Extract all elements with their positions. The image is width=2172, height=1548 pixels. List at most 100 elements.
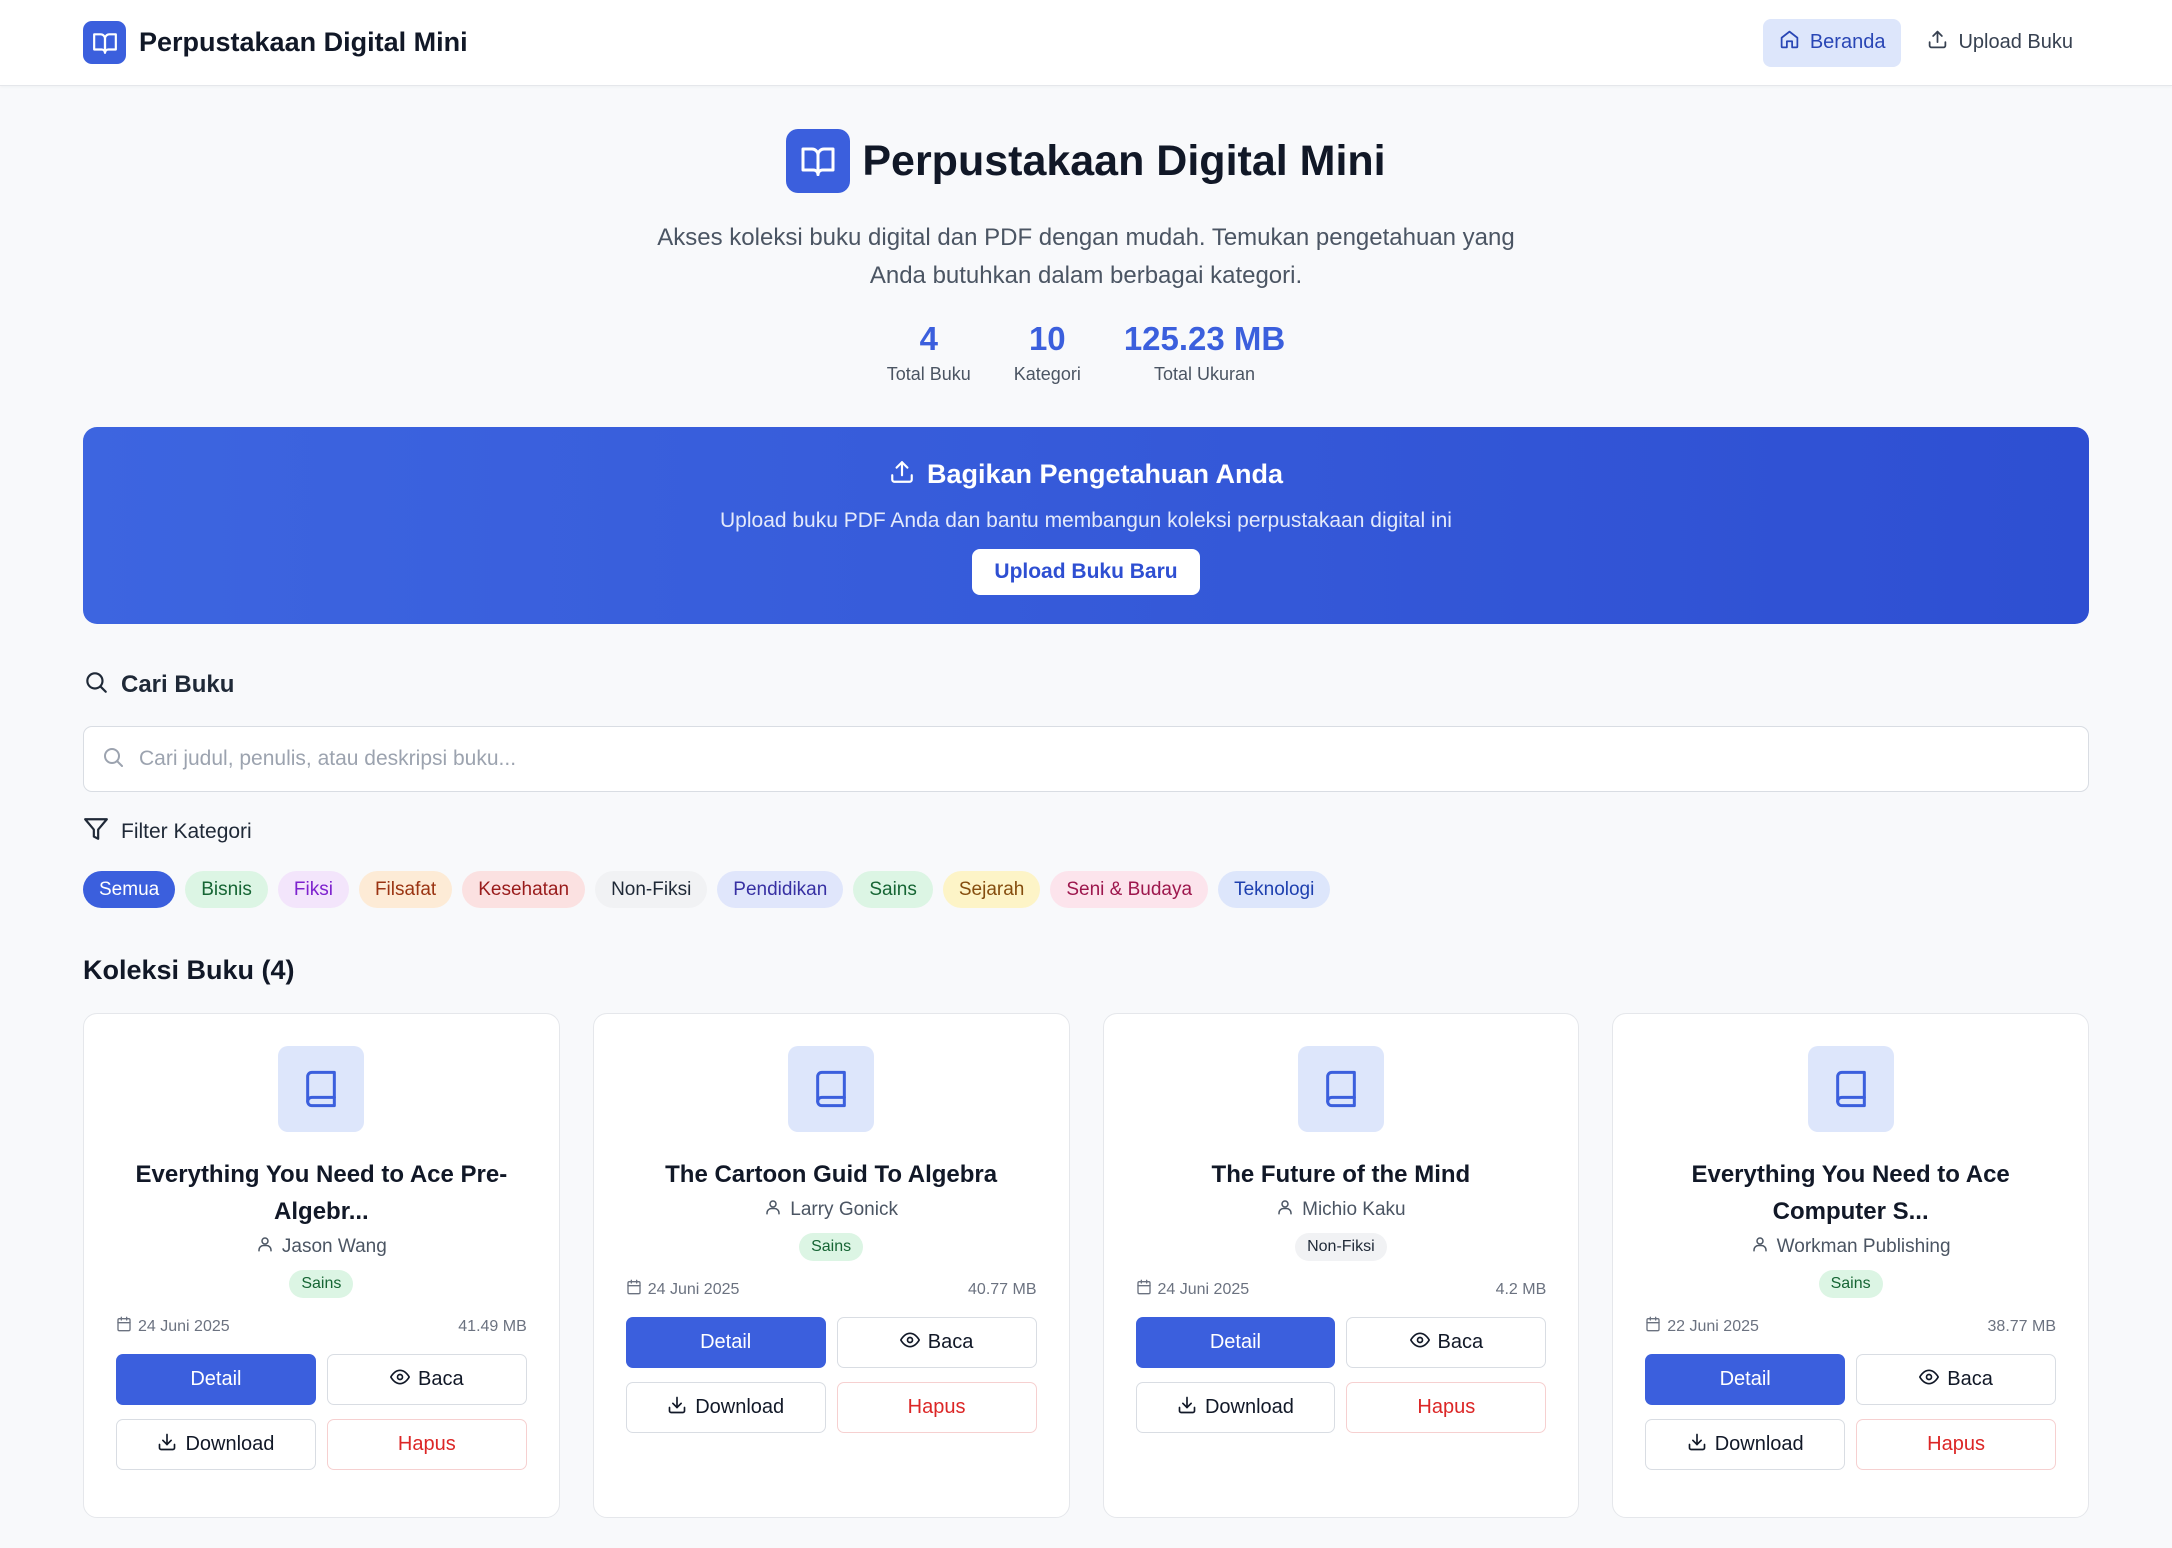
brand[interactable]: Perpustakaan Digital Mini [83, 21, 468, 64]
upload-new-book-button[interactable]: Upload Buku Baru [972, 549, 1200, 595]
category-chip[interactable]: Pendidikan [717, 871, 844, 908]
calendar-icon [1645, 1316, 1661, 1337]
detail-button[interactable]: Detail [116, 1354, 316, 1405]
book-title: The Future of the Mind [1211, 1161, 1471, 1188]
download-button[interactable]: Download [625, 1382, 826, 1433]
eye-icon [899, 1330, 920, 1356]
book-date: 24 Juni 2025 [116, 1316, 230, 1337]
read-button[interactable]: Baca [1856, 1354, 2056, 1405]
delete-button-label: Hapus [397, 1433, 456, 1455]
read-button[interactable]: Baca [326, 1354, 527, 1405]
calendar-icon [626, 1279, 642, 1300]
book-date-text: 24 Juni 2025 [1157, 1280, 1250, 1298]
category-chip[interactable]: Sains [853, 871, 933, 908]
book-icon [278, 1046, 365, 1132]
book-author: Workman Publishing [1751, 1235, 1951, 1259]
detail-button[interactable]: Detail [1135, 1317, 1336, 1368]
book-title: The Cartoon Guid To Algebra [665, 1161, 998, 1188]
category-chip[interactable]: Seni & Budaya [1050, 871, 1209, 908]
book-size: 4.2 MB [1495, 1280, 1547, 1298]
delete-button[interactable]: Hapus [326, 1419, 527, 1470]
filter-icon [83, 816, 109, 847]
nav-link-upload-buku[interactable]: Upload Buku [1911, 19, 2089, 67]
search-heading: Cari Buku [83, 669, 2089, 700]
download-button-label: Download [185, 1433, 275, 1455]
book-title: Everything You Need to Ace Pre-Algebr... [135, 1161, 508, 1225]
download-button-label: Download [695, 1396, 785, 1418]
stat-label: Kategori [1013, 364, 1081, 384]
category-chips: Semua Bisnis Fiksi Filsafat Kesehatan Non-Fik… [83, 871, 2089, 908]
download-button-label: Download [1204, 1396, 1294, 1418]
book-title: Everything You Need to Ace Computer S... [1691, 1161, 2010, 1225]
home-icon [1779, 29, 1800, 56]
book-author-name: Larry Gonick [790, 1199, 898, 1220]
upload-icon [889, 459, 915, 490]
book-icon [1297, 1046, 1384, 1132]
book-cards: Everything You Need to Ace Pre-Algebr...… [83, 1013, 2089, 1518]
page-title: Perpustakaan Digital Mini [862, 136, 1386, 185]
filter-heading: Filter Kategori [83, 816, 2089, 847]
book-open-icon [83, 21, 126, 64]
category-chip[interactable]: Filsafat [358, 871, 453, 908]
search-box [83, 726, 2089, 792]
download-icon [157, 1432, 177, 1458]
detail-button-label: Detail [1719, 1368, 1771, 1390]
book-actions: Detail Baca Download Hapus [116, 1354, 527, 1470]
book-meta: 22 Juni 2025 38.77 MB [1645, 1316, 2056, 1337]
delete-button[interactable]: Hapus [1856, 1419, 2056, 1470]
category-chip[interactable]: Semua [83, 871, 176, 908]
calendar-icon [116, 1316, 132, 1337]
delete-button-label: Hapus [1927, 1433, 1985, 1455]
book-icon [1807, 1046, 1894, 1132]
download-button[interactable]: Download [1135, 1382, 1336, 1433]
stat-value: 4 [919, 320, 938, 357]
delete-button[interactable]: Hapus [836, 1382, 1037, 1433]
download-button[interactable]: Download [116, 1419, 316, 1470]
category-chip[interactable]: Fiksi [277, 871, 349, 908]
book-author: Jason Wang [256, 1235, 387, 1259]
banner-title-row: Bagikan Pengetahuan Anda [83, 459, 2089, 490]
book-card: The Cartoon Guid To Algebra Larry Gonick S… [592, 1013, 1070, 1518]
main-content: Perpustakaan Digital Mini Akses koleksi … [0, 86, 2172, 1518]
book-author: Michio Kaku [1276, 1198, 1406, 1222]
book-actions: Detail Baca Download Hapus [1135, 1317, 1547, 1433]
stat-kategori: 10 Kategori [1014, 319, 1081, 385]
download-icon [1687, 1432, 1707, 1458]
search-input[interactable] [139, 727, 2088, 791]
upload-banner: Bagikan Pengetahuan Anda Upload buku PDF… [83, 427, 2089, 624]
category-chip[interactable]: Sejarah [942, 871, 1041, 908]
book-actions: Detail Baca Download Hapus [625, 1317, 1037, 1433]
book-author-name: Workman Publishing [1776, 1236, 1951, 1257]
book-author-name: Jason Wang [281, 1236, 387, 1257]
read-button-label: Baca [927, 1331, 974, 1353]
nav-link-beranda[interactable]: Beranda [1762, 18, 1902, 67]
detail-button[interactable]: Detail [1645, 1354, 1846, 1405]
stats: 4 Total Buku 10 Kategori 125.23 MB Total… [83, 319, 2089, 385]
category-chip[interactable]: Bisnis [185, 871, 268, 908]
stat-label: Total Ukuran [1154, 364, 1256, 384]
category-chip[interactable]: Non-Fiksi [595, 871, 708, 908]
collection-title: Koleksi Buku (4) [83, 955, 295, 985]
delete-button[interactable]: Hapus [1346, 1382, 1547, 1433]
user-icon [256, 1235, 274, 1259]
book-meta: 24 Juni 2025 40.77 MB [626, 1279, 1037, 1300]
book-size: 40.77 MB [968, 1280, 1037, 1298]
book-author: Larry Gonick [764, 1198, 898, 1222]
detail-button[interactable]: Detail [625, 1317, 826, 1368]
stat-value: 125.23 MB [1123, 320, 1286, 357]
download-button[interactable]: Download [1645, 1419, 1846, 1470]
detail-button-label: Detail [190, 1368, 242, 1390]
category-chip[interactable]: Teknologi [1218, 871, 1331, 908]
category-chip[interactable]: Kesehatan [462, 871, 586, 908]
detail-button-label: Detail [700, 1331, 752, 1353]
user-icon [1276, 1198, 1294, 1222]
brand-title: Perpustakaan Digital Mini [139, 27, 468, 57]
eye-icon [390, 1367, 411, 1393]
calendar-icon [1136, 1279, 1152, 1300]
read-button-label: Baca [1437, 1331, 1484, 1353]
book-icon [788, 1046, 875, 1132]
read-button[interactable]: Baca [1346, 1317, 1547, 1368]
user-icon [1751, 1235, 1769, 1259]
read-button[interactable]: Baca [836, 1317, 1037, 1368]
read-button-label: Baca [1947, 1368, 1993, 1390]
